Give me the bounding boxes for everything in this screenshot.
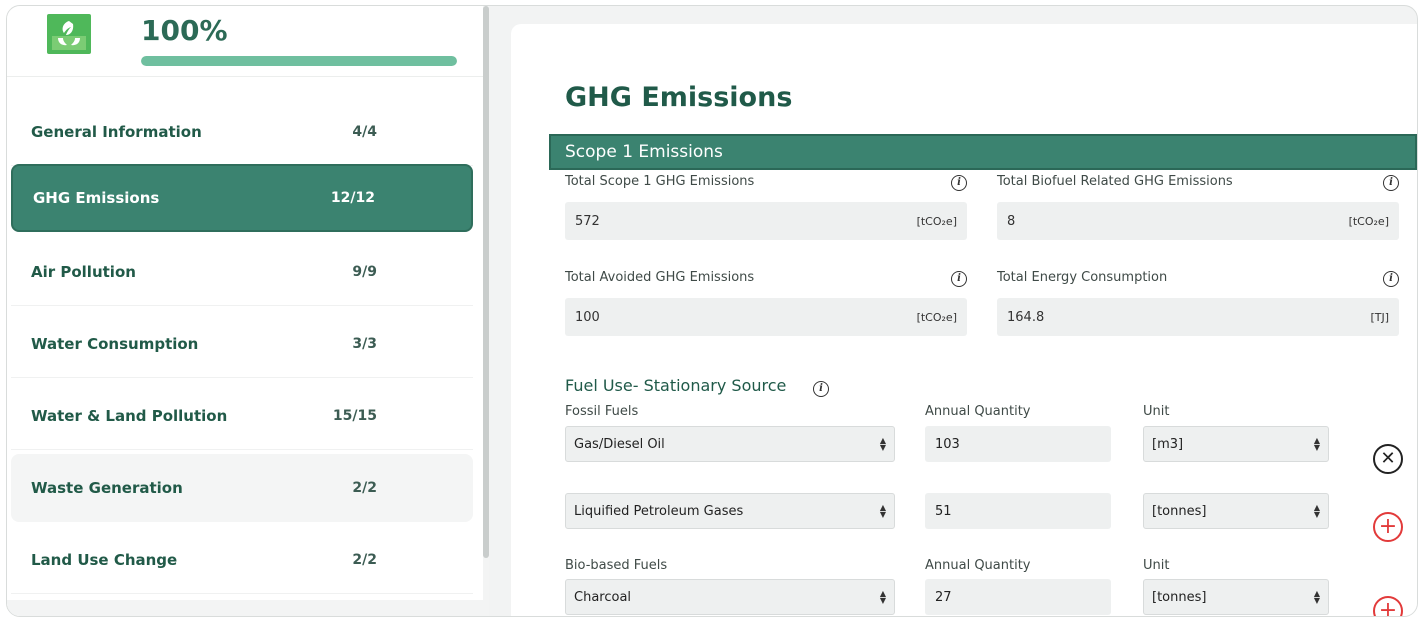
- progress-bar: [141, 56, 457, 66]
- info-icon[interactable]: i: [1383, 175, 1399, 191]
- sidebar-item-water-land-pollution[interactable]: Water & Land Pollution 15/15: [11, 382, 473, 450]
- fuel-section-title: Fuel Use- Stationary Source: [565, 376, 786, 395]
- column-header-fossil-fuels: Fossil Fuels: [565, 404, 639, 419]
- sidebar-item-count: 3/3: [352, 335, 377, 352]
- progress-percent: 100%: [141, 14, 228, 47]
- sidebar-item-ghg-emissions[interactable]: GHG Emissions 12/12: [11, 164, 473, 232]
- sidebar-item-label: Water & Land Pollution: [31, 406, 228, 425]
- sidebar: 100% General Information 4/4 GHG Emissio…: [7, 6, 483, 616]
- field-value: 572: [575, 213, 600, 229]
- field-label-total-biofuel: Total Biofuel Related GHG Emissions: [997, 174, 1233, 189]
- column-header-unit: Unit: [1143, 558, 1170, 573]
- scrollbar-thumb[interactable]: [483, 6, 489, 558]
- select-value: Charcoal: [574, 589, 632, 605]
- fuel-select[interactable]: Charcoal ▲ ▼: [565, 579, 895, 615]
- sidebar-scrollbar[interactable]: [483, 6, 489, 616]
- quantity-value: 27: [935, 589, 952, 605]
- field-value: 164.8: [1007, 309, 1045, 325]
- plus-circle-icon[interactable]: +: [1373, 512, 1403, 542]
- sidebar-item-label: Land Use Change: [31, 550, 178, 569]
- main-panel: GHG Emissions Scope 1 Emissions Total Sc…: [511, 24, 1417, 616]
- column-header-annual-quantity: Annual Quantity: [925, 558, 1031, 573]
- sidebar-footer: [7, 600, 483, 616]
- info-icon[interactable]: i: [1383, 271, 1399, 287]
- sidebar-item-label: Waste Generation: [31, 479, 183, 497]
- select-value: [tonnes]: [1152, 589, 1207, 605]
- close-circle-icon[interactable]: ✕: [1373, 444, 1403, 474]
- field-label-total-energy: Total Energy Consumption: [997, 270, 1168, 285]
- quantity-input[interactable]: 51: [925, 493, 1111, 529]
- field-value: 100: [575, 309, 600, 325]
- sidebar-item-count: 2/2: [352, 551, 377, 568]
- info-icon[interactable]: i: [813, 381, 829, 397]
- select-arrows-icon: ▲ ▼: [879, 503, 886, 519]
- select-value: [m3]: [1152, 436, 1184, 452]
- scope-section-header: Scope 1 Emissions: [549, 134, 1417, 170]
- fuel-select[interactable]: Liquified Petroleum Gases ▲ ▼: [565, 493, 895, 529]
- field-label-total-scope1: Total Scope 1 GHG Emissions: [565, 174, 755, 189]
- quantity-input[interactable]: 27: [925, 579, 1111, 615]
- select-arrows-icon: ▲ ▼: [879, 589, 886, 605]
- info-icon[interactable]: i: [951, 175, 967, 191]
- field-unit: [TJ]: [1370, 310, 1389, 324]
- unit-select[interactable]: [m3] ▲ ▼: [1143, 426, 1329, 462]
- app-frame: 100% General Information 4/4 GHG Emissio…: [6, 5, 1418, 617]
- fuel-select[interactable]: Gas/Diesel Oil ▲ ▼: [565, 426, 895, 462]
- sidebar-item-waste-generation[interactable]: Waste Generation 2/2: [11, 454, 473, 522]
- sidebar-item-land-use-change[interactable]: Land Use Change 2/2: [11, 526, 473, 594]
- select-arrows-icon: ▲ ▼: [1313, 589, 1320, 605]
- select-arrows-icon: ▲ ▼: [879, 436, 886, 452]
- unit-select[interactable]: [tonnes] ▲ ▼: [1143, 493, 1329, 529]
- sidebar-item-count: 15/15: [332, 407, 377, 424]
- quantity-value: 103: [935, 436, 960, 452]
- field-unit: [tCO₂e]: [916, 310, 957, 324]
- field-label-total-avoided: Total Avoided GHG Emissions: [565, 270, 755, 285]
- sidebar-item-label: GHG Emissions: [33, 189, 160, 207]
- sidebar-item-count: 2/2: [352, 480, 377, 496]
- sidebar-item-air-pollution[interactable]: Air Pollution 9/9: [11, 238, 473, 306]
- field-value: 8: [1007, 213, 1016, 229]
- select-value: Gas/Diesel Oil: [574, 436, 665, 452]
- plus-circle-icon[interactable]: +: [1373, 596, 1403, 616]
- select-arrows-icon: ▲ ▼: [1313, 503, 1320, 519]
- sidebar-item-label: General Information: [31, 122, 202, 141]
- select-arrows-icon: ▲ ▼: [1313, 436, 1320, 452]
- select-value: [tonnes]: [1152, 503, 1207, 519]
- quantity-input[interactable]: 103: [925, 426, 1111, 462]
- sidebar-item-general-information[interactable]: General Information 4/4: [11, 98, 473, 166]
- sidebar-item-label: Water Consumption: [31, 334, 199, 353]
- quantity-value: 51: [935, 503, 952, 519]
- page-title: GHG Emissions: [565, 82, 793, 113]
- divider: [7, 76, 483, 77]
- select-value: Liquified Petroleum Gases: [574, 503, 744, 519]
- sidebar-item-count: 9/9: [352, 263, 377, 280]
- sidebar-item-count: 12/12: [330, 190, 375, 206]
- column-header-bio-fuels: Bio-based Fuels: [565, 558, 668, 573]
- column-header-annual-quantity: Annual Quantity: [925, 404, 1031, 419]
- field-unit: [tCO₂e]: [1348, 214, 1389, 228]
- unit-select[interactable]: [tonnes] ▲ ▼: [1143, 579, 1329, 615]
- total-biofuel-field[interactable]: 8 [tCO₂e]: [997, 202, 1399, 240]
- info-icon[interactable]: i: [951, 271, 967, 287]
- total-scope1-field[interactable]: 572 [tCO₂e]: [565, 202, 967, 240]
- field-unit: [tCO₂e]: [916, 214, 957, 228]
- total-energy-field[interactable]: 164.8 [TJ]: [997, 298, 1399, 336]
- sidebar-item-label: Air Pollution: [31, 262, 136, 281]
- sidebar-item-count: 4/4: [352, 123, 377, 140]
- fuel-section-title-text: Fuel Use- Stationary Source: [565, 376, 787, 395]
- column-header-unit: Unit: [1143, 404, 1170, 419]
- progress-bar-fill: [141, 56, 457, 66]
- total-avoided-field[interactable]: 100 [tCO₂e]: [565, 298, 967, 336]
- leaf-recycle-icon: [47, 14, 91, 54]
- sidebar-item-water-consumption[interactable]: Water Consumption 3/3: [11, 310, 473, 378]
